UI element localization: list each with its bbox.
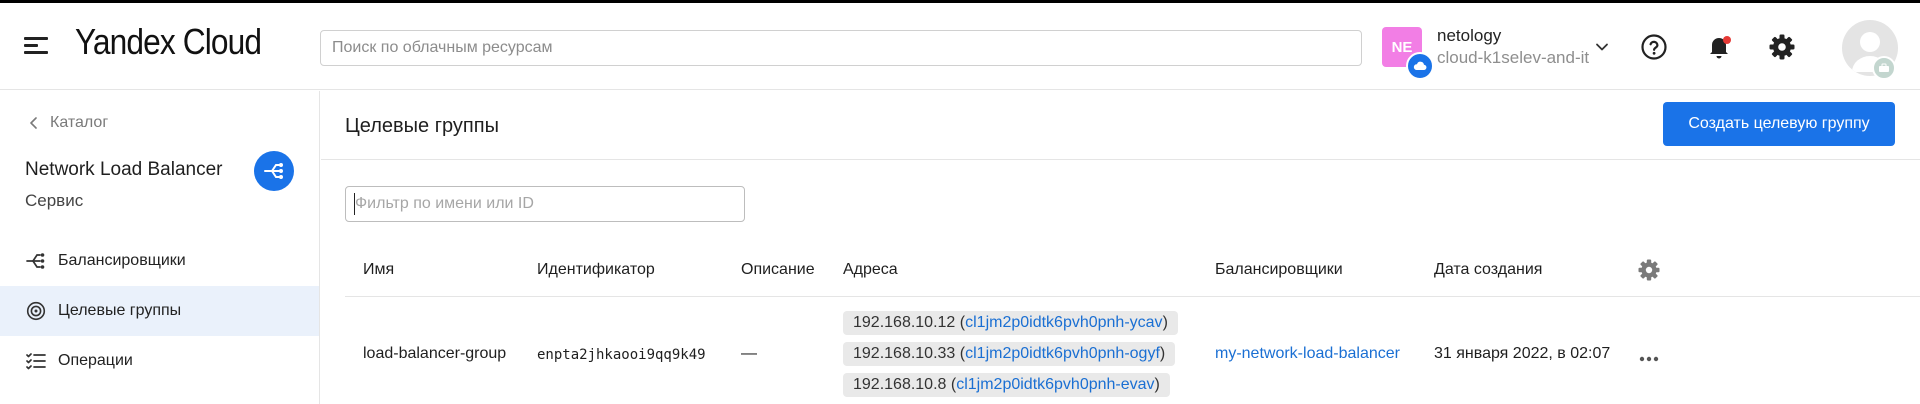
gear-icon[interactable] — [1768, 33, 1796, 66]
service-subtitle: Сервис — [25, 191, 84, 210]
column-header-id[interactable]: Идентификатор — [537, 261, 655, 279]
cloud-icon — [1406, 52, 1434, 80]
header-divider — [345, 296, 1920, 297]
yandex-cloud-logo[interactable]: Yandex Cloud — [75, 21, 262, 63]
main-content: Целевые группы Создать целевую группу Им… — [321, 91, 1920, 404]
help-icon[interactable] — [1640, 33, 1668, 66]
instance-link[interactable]: cl1jm2p0idtk6pvh0pnh-ycav — [965, 314, 1162, 331]
menu-icon[interactable] — [24, 35, 50, 57]
row-name[interactable]: load-balancer-group — [363, 345, 506, 363]
back-label: Каталог — [50, 114, 109, 131]
row-created: 31 января 2022, в 02:07 — [1434, 345, 1611, 362]
sidebar-item-label: Балансировщики — [58, 252, 186, 269]
search-input[interactable] — [320, 30, 1362, 66]
page-title: Целевые группы — [345, 115, 499, 137]
address-ip: 192.168.10.33 — [853, 345, 956, 362]
instance-link[interactable]: cl1jm2p0idtk6pvh0pnh-evav — [956, 376, 1154, 393]
column-header-created[interactable]: Дата создания — [1434, 261, 1542, 279]
divider — [321, 159, 1920, 160]
address-chip: 192.168.10.8 (cl1jm2p0idtk6pvh0pnh-evav) — [843, 373, 1170, 397]
create-target-group-button[interactable]: Создать целевую группу — [1663, 102, 1895, 146]
balancer-icon — [26, 251, 46, 271]
address-ip: 192.168.10.8 — [853, 376, 947, 393]
instance-link[interactable]: cl1jm2p0idtk6pvh0pnh-ogyf — [965, 345, 1160, 362]
operations-icon — [26, 351, 46, 371]
balancer-link[interactable]: my-network-load-balancer — [1215, 345, 1400, 363]
sidebar-item-operations[interactable]: Операции — [0, 336, 319, 386]
table-settings-icon[interactable] — [1637, 258, 1661, 287]
row-id[interactable]: enpta2jhkaooi9qq9k49 — [537, 347, 706, 363]
briefcase-icon — [1872, 56, 1896, 80]
column-header-addresses[interactable]: Адреса — [843, 261, 898, 279]
column-header-balancers[interactable]: Балансировщики — [1215, 261, 1343, 279]
address-ip: 192.168.10.12 — [853, 314, 956, 331]
chevron-down-icon[interactable] — [1594, 39, 1610, 60]
chevron-left-icon — [30, 117, 37, 129]
service-title: Network Load Balancer — [25, 159, 223, 180]
column-header-description[interactable]: Описание — [741, 261, 815, 279]
app-header: Yandex Cloud NE netology cloud-k1selev-a… — [0, 3, 1920, 90]
address-chip: 192.168.10.33 (cl1jm2p0idtk6pvh0pnh-ogyf… — [843, 342, 1176, 366]
back-to-catalog-link[interactable]: Каталог — [28, 114, 108, 132]
target-icon — [26, 301, 46, 321]
cloud-name[interactable]: cloud-k1selev-and-it — [1437, 48, 1589, 68]
org-name[interactable]: netology — [1437, 26, 1501, 46]
address-chip: 192.168.10.12 (cl1jm2p0idtk6pvh0pnh-ycav… — [843, 311, 1178, 335]
column-header-name[interactable]: Имя — [363, 261, 394, 279]
sidebar-item-target-groups[interactable]: Целевые группы — [0, 286, 319, 336]
text-cursor — [354, 193, 355, 215]
sidebar-item-label: Целевые группы — [58, 302, 182, 319]
bell-icon[interactable] — [1705, 33, 1733, 66]
more-actions-icon[interactable] — [1637, 347, 1661, 376]
network-load-balancer-icon — [254, 151, 294, 191]
sidebar: Каталог Network Load Balancer Сервис Бал… — [0, 91, 320, 404]
filter-input[interactable] — [345, 186, 745, 222]
row-description: — — [741, 345, 757, 362]
sidebar-item-label: Операции — [58, 352, 133, 369]
sidebar-item-balancers[interactable]: Балансировщики — [0, 236, 319, 286]
